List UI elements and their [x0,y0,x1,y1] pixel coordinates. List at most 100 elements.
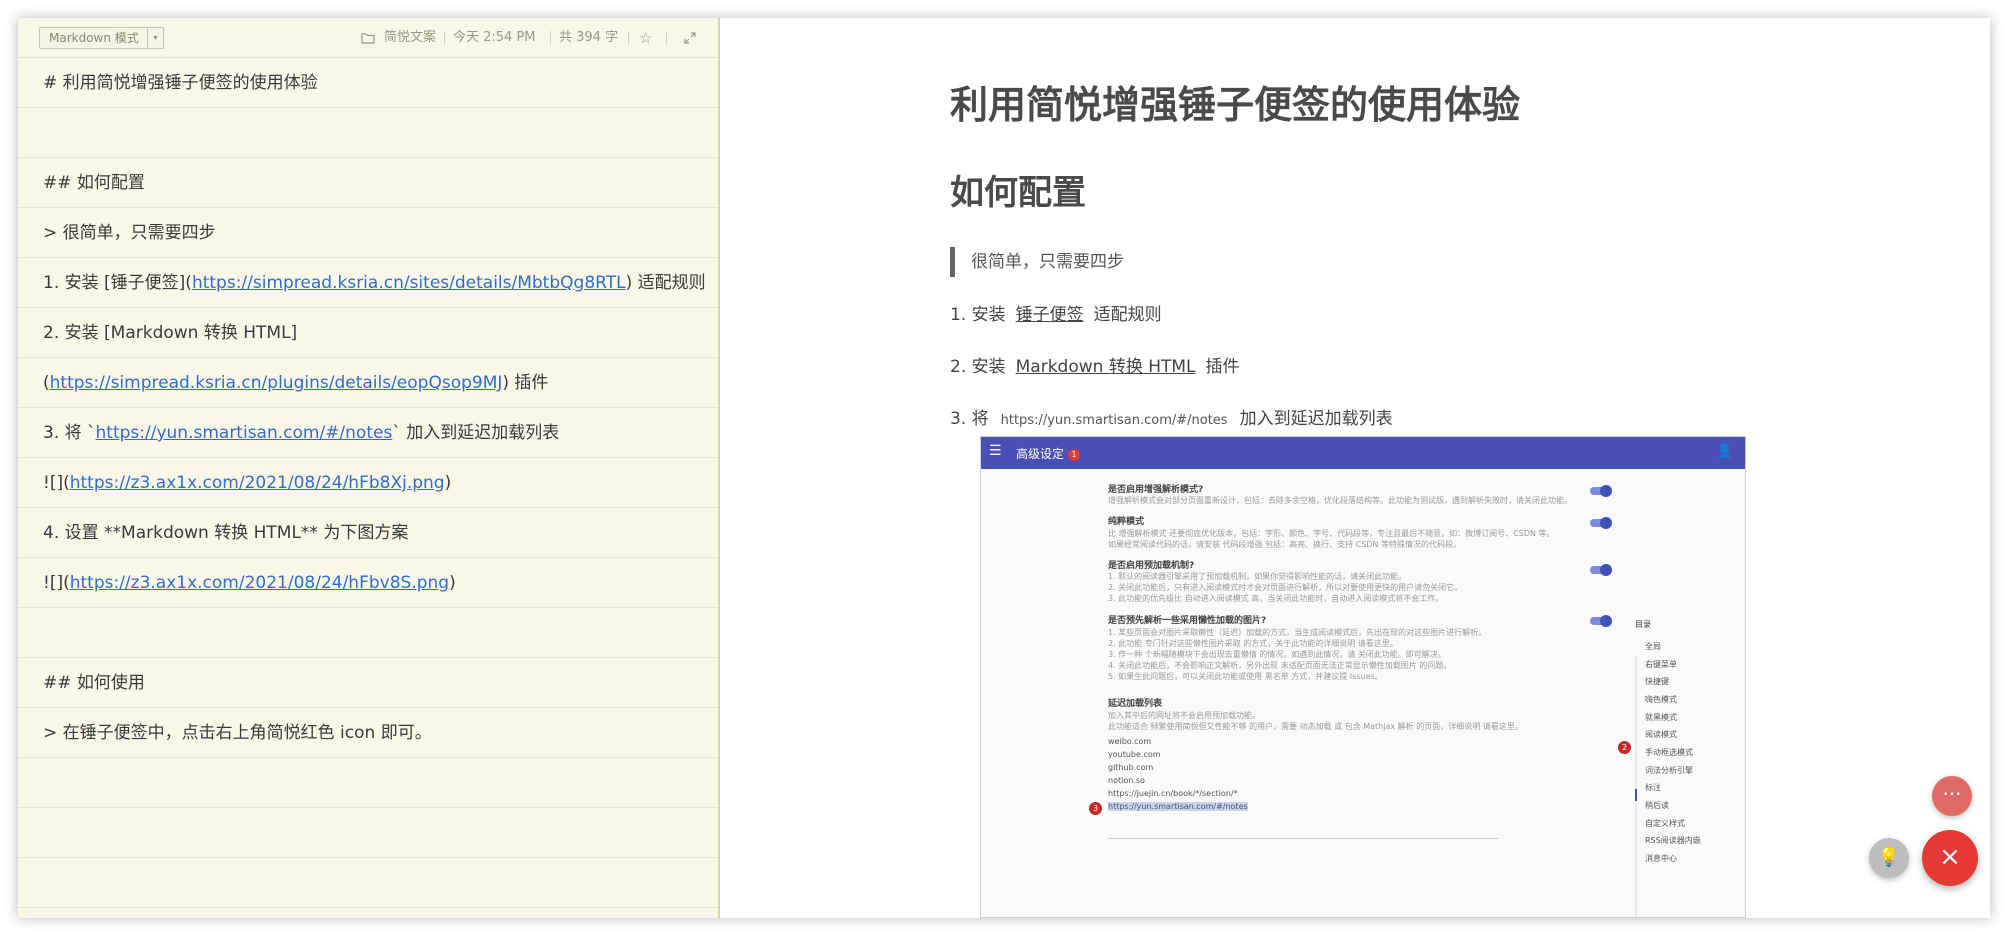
toc-panel: 目录 全局 右键菜单 快捷键 嗨色模式 就黑模式 阅读模式 手动框选模式 词法分… [1635,619,1745,917]
setting-title: 是否启用增强解析模式? [1108,485,1204,495]
step-text: 加入到延迟加载列表 [1239,409,1393,429]
inline-code: https://yun.smartisan.com/#/notes [1000,413,1228,428]
more-options-button[interactable]: ··· [1932,776,1972,816]
marker-2: 2 [1618,741,1631,754]
toggle-switch [1590,564,1612,576]
folder-icon[interactable] [361,18,375,58]
toc-item: 就黑模式 [1645,713,1677,722]
marker-3: 3 [1089,802,1102,815]
toc-track [1635,655,1637,917]
editor-line[interactable]: ## 如何配置 [18,158,718,208]
toc-item: 手动框选模式 [1645,748,1693,757]
preview-link[interactable]: Markdown 转换 HTML [1016,357,1196,377]
editor-line[interactable]: ## 如何使用 [18,658,718,708]
toc-item: 快捷键 [1645,677,1669,686]
toc-title: 目录 [1635,620,1651,629]
editor-line[interactable] [18,608,718,658]
step-number: 2. 安装 [950,357,1006,377]
setting-title: 纯粹模式 [1108,517,1145,527]
editor-line[interactable]: # 利用简悦增强锤子便签的使用体验 [18,58,718,108]
toc-item: 嗨色模式 [1645,695,1677,704]
toc-item: 全局 [1645,642,1661,651]
app-window: Markdown 模式 ▾ 简悦文案 今天 2:54 PM 共 394 字 ☆ … [18,18,1990,918]
line-text: 3. 将 ` [43,423,96,443]
expand-icon[interactable] [684,18,696,58]
screenshot-title: 高级设定 1 [1016,445,1081,462]
step-number: 1. 安装 [950,305,1006,325]
editor-line[interactable]: ![](https://z3.ax1x.com/2021/08/24/hFb8X… [18,458,718,508]
screenshot-body: 是否启用增强解析模式? 增强解析模式会对部分页面重新设计，包括：去除多余空格，优… [981,469,1745,917]
line-text: > 在锤子便签中，点击右上角简悦红色 icon 即可。 [43,723,432,743]
line-text: ## 如何使用 [43,673,145,693]
editor-line[interactable]: ![](https://z3.ax1x.com/2021/08/24/hFbv8… [18,558,718,608]
line-text: # 利用简悦增强锤子便签的使用体验 [43,73,318,93]
editor-link[interactable]: https://yun.smartisan.com/#/notes [96,423,393,443]
step-text: 插件 [1205,357,1240,377]
line-text: 2. 安装 [Markdown 转换 HTML] [43,323,298,343]
close-button[interactable]: × [1922,830,1978,886]
badge: 1 [1068,448,1081,461]
markdown-editor-pane[interactable]: Markdown 模式 ▾ 简悦文案 今天 2:54 PM 共 394 字 ☆ … [18,18,720,918]
delay-list-textarea [1108,771,1498,839]
toolbar-divider [666,31,667,45]
setting-title: 是否启用预加载机制? [1108,561,1195,571]
line-text: ` 加入到延迟加载列表 [392,423,560,443]
line-text: ) [449,573,456,593]
preview-title: 利用简悦增强锤子便签的使用体验 [950,83,1521,127]
setting-desc: 3. 作一种 个新幅随模块下会出现去重懒惰 的情况，如遇到此情况，请 关闭此功能… [1108,650,1446,659]
toolbar-divider [628,31,629,45]
setting-title: 是否预先解析一些采用懒性加载的图片? [1108,616,1267,626]
editor-line[interactable]: 1. 安装 [锤子便签](https://simpread.ksria.cn/s… [18,258,718,308]
line-text: > 很简单，只需要四步 [43,223,216,243]
editor-line[interactable]: 4. 设置 **Markdown 转换 HTML** 为下图方案 [18,508,718,558]
editor-line[interactable]: 3. 将 `https://yun.smartisan.com/#/notes`… [18,408,718,458]
toolbar-divider [550,31,551,45]
editor-link[interactable]: https://simpread.ksria.cn/sites/details/… [192,273,626,293]
line-text: 4. 设置 **Markdown 转换 HTML** 为下图方案 [43,523,409,543]
toc-item: 稍后读 [1645,801,1669,810]
toc-item: 自定义样式 [1645,819,1685,828]
editor-line[interactable] [18,808,718,858]
line-text: ( [43,373,50,393]
editor-line[interactable]: > 在锤子便签中，点击右上角简悦红色 icon 即可。 [18,708,718,758]
step-text: 适配规则 [1093,305,1162,325]
editor-line[interactable]: 2. 安装 [Markdown 转换 HTML] [18,308,718,358]
toc-item: 阅读模式 [1645,730,1677,739]
setting-desc: 1. 默认的阅读器引擎采用了预加载机制，如果你觉得影响性能的话，请关闭此功能。 [1108,572,1407,581]
note-time: 今天 2:54 PM [453,30,536,45]
toc-item: 右键菜单 [1645,660,1677,669]
toc-item: 标注 [1645,783,1661,792]
editor-line[interactable]: > 很简单，只需要四步 [18,208,718,258]
editor-link[interactable]: https://z3.ax1x.com/2021/08/24/hFbv8S.pn… [70,573,449,593]
toc-item: 词法分析引擎 [1645,766,1693,775]
editor-link[interactable]: https://z3.ax1x.com/2021/08/24/hFb8Xj.pn… [70,473,445,493]
setting-desc: 此功能适合 频繁使用简悦但又性能不够 的用户，需要 动态加载 或 包含 Math… [1108,722,1523,731]
editor-line[interactable] [18,108,718,158]
chevron-down-icon[interactable]: ▾ [147,28,163,48]
mode-select[interactable]: Markdown 模式 ▾ [39,27,164,49]
user-icon: 👤 [1716,444,1733,459]
line-text: ![]( [43,573,70,593]
editor-link[interactable]: https://simpread.ksria.cn/plugins/detail… [50,373,503,393]
preview-heading: 如何配置 [950,173,1086,213]
star-icon[interactable]: ☆ [639,18,652,58]
toggle-switch [1590,485,1612,497]
setting-desc: 比 增强解析模式 还要彻底优化版本，包括：字形、颜色、字号、代码段等，专注且最后… [1108,529,1555,538]
preview-link[interactable]: 锤子便签 [1016,305,1084,325]
list-item: youtube.com [1108,750,1161,759]
setting-title: 延迟加载列表 [1108,699,1163,709]
editor-line[interactable] [18,858,718,908]
editor-toolbar: Markdown 模式 ▾ 简悦文案 今天 2:54 PM 共 394 字 ☆ [18,18,718,58]
list-item: weibo.com [1108,737,1152,746]
toc-item: RSS阅读器内嵌 [1645,836,1701,845]
word-count: 共 394 字 [559,30,619,45]
line-text: ## 如何配置 [43,173,145,193]
html-preview-pane: 利用简悦增强锤子便签的使用体验 如何配置 很简单，只需要四步 1. 安装 锤子便签… [722,18,1990,918]
lightbulb-button[interactable]: 💡 [1869,838,1909,878]
editor-line[interactable] [18,758,718,808]
editor-line[interactable]: (https://simpread.ksria.cn/plugins/detai… [18,358,718,408]
line-text: ) [444,473,452,493]
toggle-switch [1590,615,1612,627]
folder-label[interactable]: 简悦文案 [384,18,436,58]
preview-step-2: 2. 安装 Markdown 转换 HTML 插件 [950,352,1240,377]
